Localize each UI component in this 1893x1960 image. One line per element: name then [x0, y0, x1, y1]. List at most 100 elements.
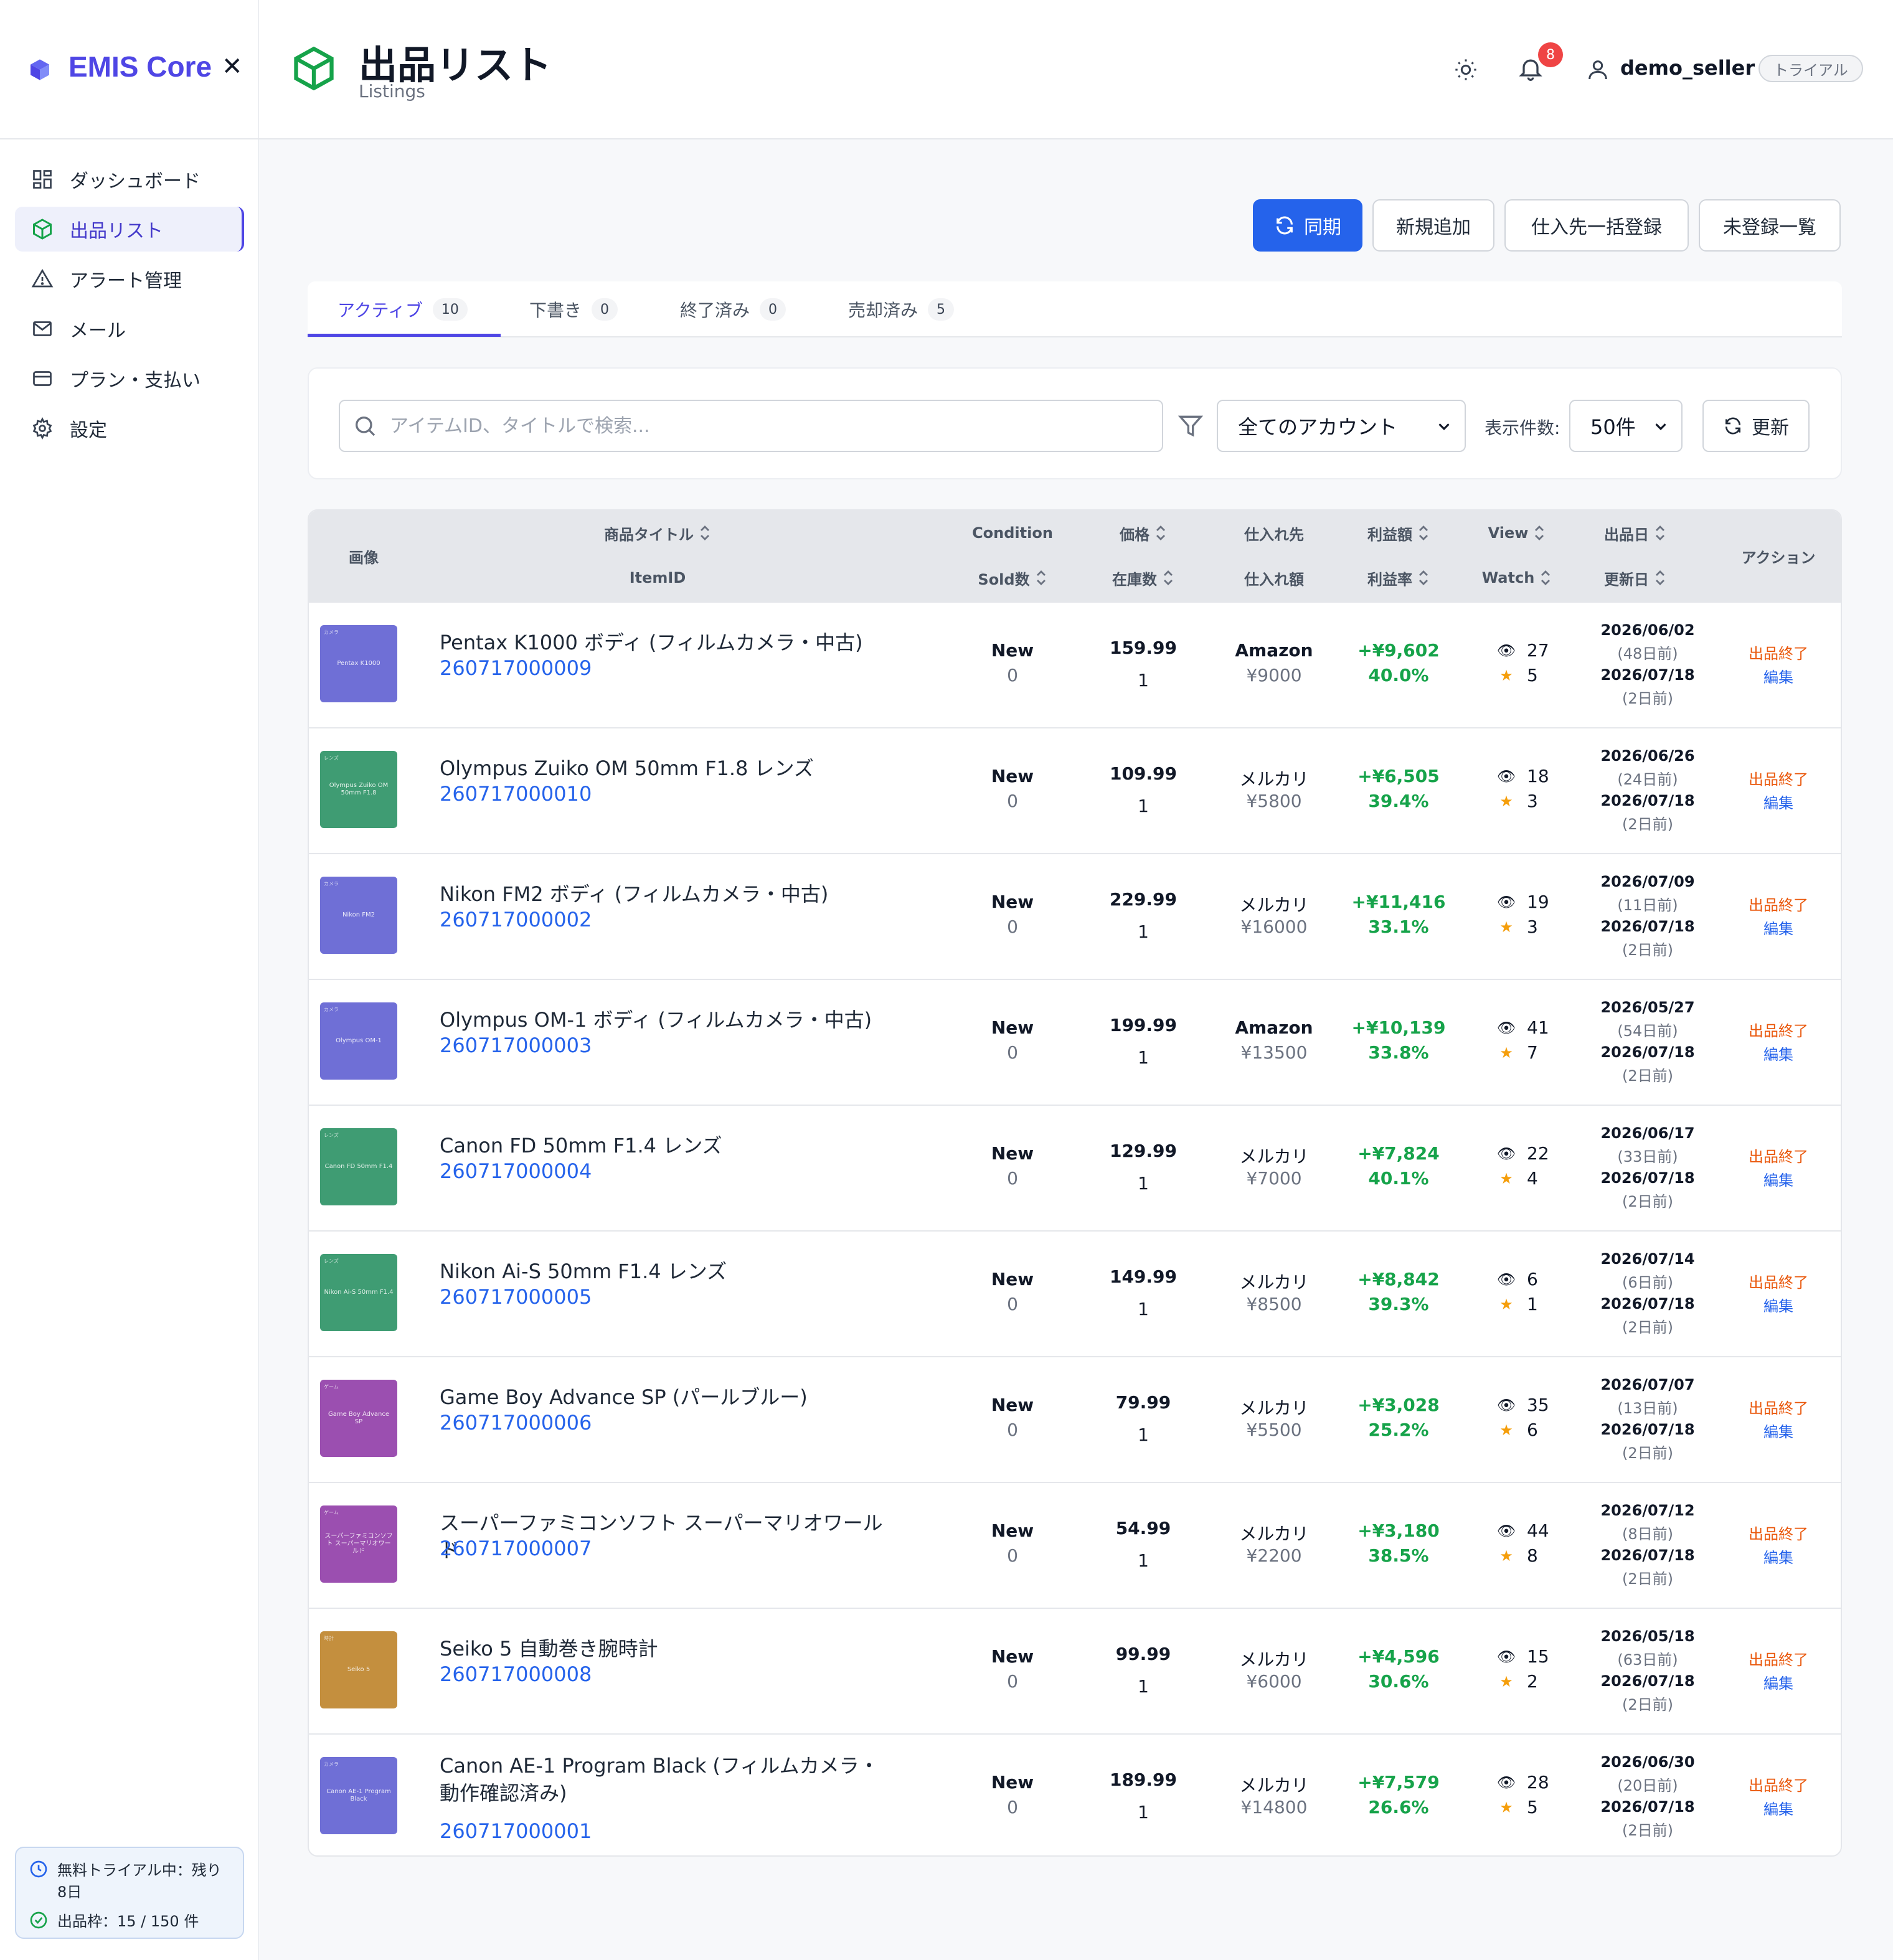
item-id-link[interactable]: 260717000002	[440, 908, 592, 931]
col-title[interactable]: 商品タイトル	[440, 516, 876, 550]
updated-date: 2026/07/18	[1600, 1798, 1695, 1816]
updated-date: 2026/07/18	[1600, 1421, 1695, 1438]
item-id-link[interactable]: 260717000003	[440, 1034, 592, 1057]
item-id-link[interactable]: 260717000005	[440, 1285, 592, 1309]
item-id-link[interactable]: 260717000004	[440, 1159, 592, 1183]
item-id-link[interactable]: 260717000010	[440, 782, 592, 806]
bulk-supplier-button[interactable]: 仕入先一括登録	[1504, 199, 1689, 252]
listed-ago: (63日前)	[1617, 1651, 1678, 1669]
sidebar-item-settings[interactable]: 設定	[15, 406, 244, 451]
end-listing-link[interactable]: 出品終了	[1716, 767, 1841, 789]
close-sidebar-icon[interactable]: ✕	[222, 52, 243, 81]
user-icon[interactable]	[1585, 57, 1610, 82]
listed-date: 2026/05/18	[1600, 1628, 1695, 1645]
tab-drafts[interactable]: 下書き 0	[529, 281, 618, 337]
edit-link[interactable]: 編集	[1716, 1042, 1841, 1064]
col-view[interactable]: View	[1461, 516, 1573, 550]
edit-link[interactable]: 編集	[1716, 791, 1841, 813]
unregistered-list-button[interactable]: 未登録一覧	[1699, 199, 1841, 252]
star-icon: ★	[1499, 1798, 1513, 1816]
end-listing-link[interactable]: 出品終了	[1716, 1270, 1841, 1292]
edit-link[interactable]: 編集	[1716, 916, 1841, 938]
product-thumbnail[interactable]: レンズ Olympus Zuiko OM 50mm F1.8	[320, 751, 397, 828]
thumbnail-text: Nikon FM2	[342, 912, 375, 918]
account-select-value: 全てのアカウント	[1238, 415, 1398, 439]
col-price[interactable]: 価格	[1087, 516, 1199, 550]
item-id-link[interactable]: 260717000001	[440, 1819, 592, 1843]
product-thumbnail[interactable]: ゲーム スーパーファミコンソフト スーパーマリオワールド	[320, 1505, 397, 1583]
refresh-button[interactable]: 更新	[1702, 400, 1810, 452]
col-sold[interactable]: Sold数	[950, 560, 1075, 595]
item-id-link[interactable]: 260717000007	[440, 1537, 592, 1560]
item-id-link[interactable]: 260717000009	[440, 656, 592, 680]
sync-button[interactable]: 同期	[1253, 199, 1362, 252]
col-margin[interactable]: 利益率	[1336, 560, 1461, 595]
product-thumbnail[interactable]: 時計 Seiko 5	[320, 1631, 397, 1708]
account-select[interactable]: 全てのアカウント	[1217, 400, 1466, 452]
end-listing-link[interactable]: 出品終了	[1716, 1019, 1841, 1040]
col-listed[interactable]: 出品日	[1579, 516, 1691, 550]
end-listing-link[interactable]: 出品終了	[1716, 893, 1841, 915]
eye-icon: 👁	[1496, 1144, 1516, 1162]
profit: +¥4,596	[1357, 1646, 1440, 1667]
sun-icon[interactable]	[1453, 57, 1478, 82]
refresh-icon	[1277, 216, 1293, 235]
product-thumbnail[interactable]: レンズ Canon FD 50mm F1.4	[320, 1128, 397, 1205]
listed-date: 2026/07/07	[1600, 1376, 1695, 1393]
col-updated[interactable]: 更新日	[1579, 560, 1691, 595]
condition: New	[991, 1269, 1034, 1289]
edit-link[interactable]: 編集	[1716, 665, 1841, 687]
product-thumbnail[interactable]: レンズ Nikon Ai-S 50mm F1.4	[320, 1254, 397, 1331]
col-profit[interactable]: 利益額	[1336, 516, 1461, 550]
product-thumbnail[interactable]: ゲーム Game Boy Advance SP	[320, 1380, 397, 1457]
end-listing-link[interactable]: 出品終了	[1716, 641, 1841, 663]
product-thumbnail[interactable]: カメラ Pentax K1000	[320, 625, 397, 702]
end-listing-link[interactable]: 出品終了	[1716, 1396, 1841, 1418]
end-listing-link[interactable]: 出品終了	[1716, 1144, 1841, 1166]
end-listing-link[interactable]: 出品終了	[1716, 1522, 1841, 1543]
sidebar-item-dashboard[interactable]: ダッシュボード	[15, 157, 244, 202]
condition: New	[991, 1520, 1034, 1541]
sold-count: 0	[1007, 1545, 1018, 1566]
edit-link[interactable]: 編集	[1716, 1168, 1841, 1190]
sidebar-item-plan[interactable]: プラン・支払い	[15, 356, 244, 401]
check-circle-icon	[30, 1911, 47, 1929]
edit-link[interactable]: 編集	[1716, 1294, 1841, 1316]
sidebar-item-alerts[interactable]: アラート管理	[15, 257, 244, 301]
watch-count: ★ 4	[1497, 1168, 1538, 1189]
col-watch[interactable]: Watch	[1461, 560, 1573, 595]
tab-active[interactable]: アクティブ 10	[338, 281, 468, 337]
product-thumbnail[interactable]: カメラ Olympus OM-1	[320, 1002, 397, 1080]
sidebar-item-listings[interactable]: 出品リスト	[15, 207, 244, 252]
tab-ended[interactable]: 終了済み 0	[680, 281, 786, 337]
tab-count: 10	[432, 298, 468, 321]
updated-date: 2026/07/18	[1600, 918, 1695, 935]
end-listing-link[interactable]: 出品終了	[1716, 1647, 1841, 1669]
add-listing-button[interactable]: 新規追加	[1372, 199, 1494, 252]
col-stock[interactable]: 在庫数	[1087, 560, 1199, 595]
updated-date: 2026/07/18	[1600, 1169, 1695, 1187]
updated-date: 2026/07/18	[1600, 1295, 1695, 1312]
sidebar-item-mail[interactable]: メール	[15, 306, 244, 351]
item-id-link[interactable]: 260717000006	[440, 1411, 592, 1435]
col-sold-label: Sold数	[978, 570, 1030, 588]
edit-link[interactable]: 編集	[1716, 1797, 1841, 1819]
username[interactable]: demo_seller	[1620, 56, 1755, 80]
credit-card-icon	[30, 366, 55, 391]
filter-bar: 全てのアカウント 表示件数: 50件 更新	[308, 367, 1842, 479]
edit-link[interactable]: 編集	[1716, 1671, 1841, 1693]
item-id-link[interactable]: 260717000008	[440, 1662, 592, 1686]
sort-icon	[1535, 525, 1544, 540]
watch-value: 5	[1527, 1797, 1538, 1817]
price: 109.99	[1109, 763, 1178, 784]
plan-badge: トライアル	[1758, 55, 1863, 82]
product-thumbnail[interactable]: カメラ Canon AE-1 Program Black	[320, 1757, 397, 1834]
end-listing-link[interactable]: 出品終了	[1716, 1773, 1841, 1795]
search-input[interactable]	[390, 410, 1149, 442]
edit-link[interactable]: 編集	[1716, 1545, 1841, 1567]
tab-sold[interactable]: 売却済み 5	[848, 281, 955, 337]
page-size-select[interactable]: 50件	[1569, 400, 1683, 452]
product-thumbnail[interactable]: カメラ Nikon FM2	[320, 877, 397, 954]
edit-link[interactable]: 編集	[1716, 1420, 1841, 1441]
sold-count: 0	[1007, 1168, 1018, 1189]
